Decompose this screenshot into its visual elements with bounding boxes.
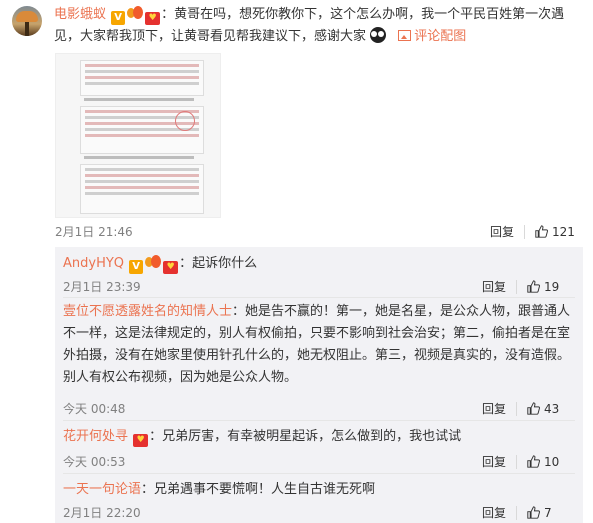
reply-list: AndyHYQ V ♥ ：起诉你什么 2月1日 23:39 回复 19 壹位不愿透露姓…: [55, 247, 583, 523]
comment-card: 电影蛾蚁 V ♥ ：黄哥在吗，想死你教你下，这个怎么办啊，我一个平民百姓第一次遇见，…: [0, 0, 593, 523]
comment-image[interactable]: [55, 53, 221, 218]
reply-text: ：兄弟遇事不要慌啊！人生自古谁无死啊: [141, 482, 376, 497]
reply-username[interactable]: 花开何处寻: [63, 429, 128, 444]
like-count: 10: [544, 455, 560, 469]
reply-actions: 回复 19: [482, 278, 559, 295]
fan-heart-icon[interactable]: ♥: [163, 261, 179, 274]
comment-body: 电影蛾蚁 V ♥ ：黄哥在吗，想死你教你下，这个怎么办啊，我一个平民百姓第一次遇见，…: [54, 4, 582, 48]
thumbs-up-icon[interactable]: [527, 455, 540, 468]
emoji-icon: [370, 27, 387, 43]
reply-button[interactable]: 回复: [482, 506, 506, 520]
reply-item: AndyHYQ V ♥ ：起诉你什么: [63, 253, 573, 275]
reply-actions: 回复 10: [482, 453, 559, 470]
reply-timestamp: 2月1日 22:20: [63, 506, 141, 520]
reply-item: 一天一句论语：兄弟遇事不要慌啊！人生自古谁无死啊: [63, 479, 573, 501]
receipt-caption: [84, 98, 194, 101]
reply-button[interactable]: 回复: [482, 280, 506, 294]
verified-v-icon[interactable]: V: [129, 260, 144, 274]
receipt-sheet: [80, 106, 204, 154]
reply-button[interactable]: 回复: [490, 225, 514, 239]
receipt-sheet: [80, 164, 204, 214]
avatar-image-top: [16, 11, 38, 22]
comment-timestamp: 2月1日 21:46: [55, 225, 133, 239]
reply-item: 壹位不愿透露姓名的知情人士：她是告不赢的！第一，她是名星，是公众人物，跟普通人不…: [63, 301, 573, 389]
avatar[interactable]: [12, 6, 42, 36]
fan-heart-icon[interactable]: ♥: [145, 12, 161, 25]
receipt-sheet: [80, 60, 204, 96]
thumbs-up-icon[interactable]: [527, 506, 540, 519]
like-count: 7: [544, 506, 552, 520]
comment-actions: 回复 121: [490, 223, 575, 240]
comment-username[interactable]: 电影蛾蚁: [54, 7, 106, 22]
reply-username[interactable]: 一天一句论语: [63, 482, 141, 497]
reply-actions: 回复 7: [482, 504, 552, 521]
like-count: 43: [544, 402, 560, 416]
reply-text: ：兄弟厉害，有幸被明星起诉，怎么做到的，我也试试: [149, 429, 462, 444]
reply-button[interactable]: 回复: [482, 455, 506, 469]
vip-icon[interactable]: [127, 6, 144, 20]
reply-button[interactable]: 回复: [482, 402, 506, 416]
reply-actions: 回复 43: [482, 400, 559, 417]
receipt-caption: [84, 156, 194, 159]
view-image-link[interactable]: 评论配图: [414, 29, 466, 44]
reply-username[interactable]: AndyHYQ: [63, 256, 124, 271]
reply-text: ：起诉你什么: [179, 256, 258, 271]
reply-timestamp: 2月1日 23:39: [63, 280, 141, 294]
thumbs-up-icon[interactable]: [527, 280, 540, 293]
reply-username[interactable]: 壹位不愿透露姓名的知情人士: [63, 304, 232, 319]
like-count: 19: [544, 280, 560, 294]
thumbs-up-icon[interactable]: [535, 225, 548, 238]
picture-icon[interactable]: [398, 30, 412, 41]
vip-icon[interactable]: [145, 255, 162, 269]
reply-item: 花开何处寻 ♥ ：兄弟厉害，有幸被明星起诉，怎么做到的，我也试试: [63, 426, 573, 448]
like-count: 121: [552, 225, 575, 239]
verified-v-icon[interactable]: V: [111, 11, 126, 25]
reply-timestamp: 今天 00:48: [63, 402, 126, 416]
reply-timestamp: 今天 00:53: [63, 455, 126, 469]
fan-heart-icon[interactable]: ♥: [133, 434, 149, 447]
thumbs-up-icon[interactable]: [527, 402, 540, 415]
